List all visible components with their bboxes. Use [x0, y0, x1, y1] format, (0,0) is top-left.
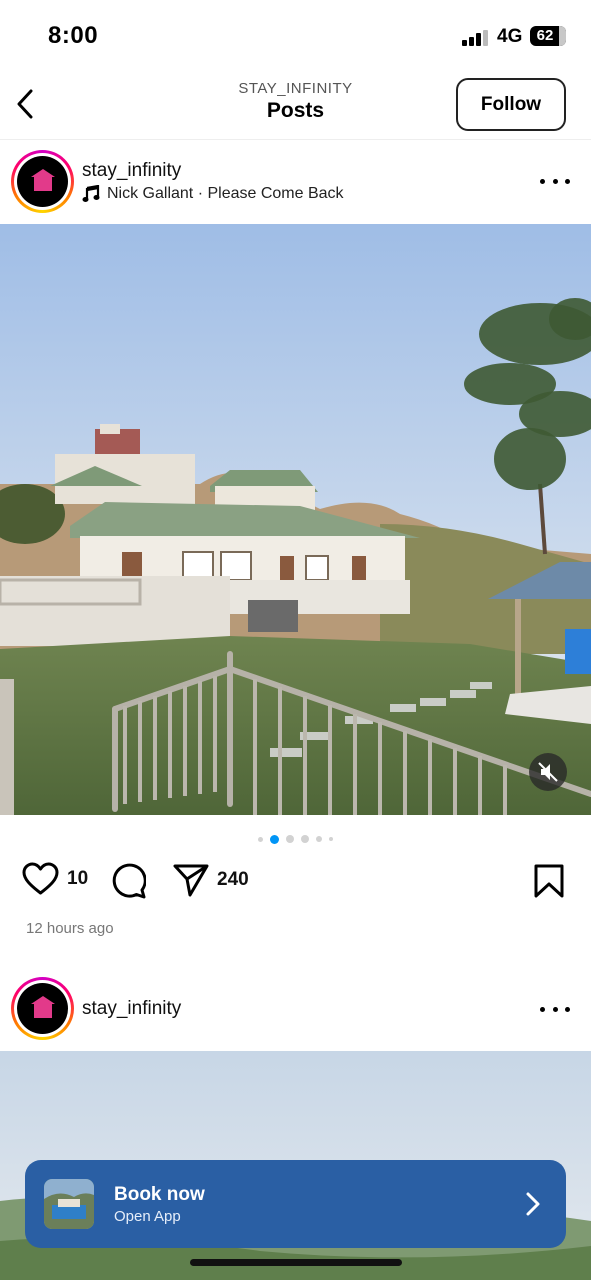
- share-count: 240: [217, 869, 249, 890]
- comment-button[interactable]: [110, 863, 146, 899]
- post-username[interactable]: stay_infinity: [82, 160, 181, 182]
- save-button[interactable]: [534, 864, 564, 903]
- status-time: 8:00: [48, 22, 99, 49]
- chevron-left-icon: [17, 89, 33, 119]
- next-post-username[interactable]: stay_infinity: [82, 998, 181, 1020]
- carousel-dot: [301, 835, 309, 843]
- chevron-right-icon: [526, 1192, 540, 1216]
- resort-photo: [0, 224, 591, 815]
- book-now-banner[interactable]: Book now Open App: [25, 1160, 566, 1248]
- carousel-dot-active: [270, 834, 279, 844]
- next-post-options-button[interactable]: [540, 999, 570, 1019]
- logo-house-icon: [30, 168, 55, 191]
- send-icon: [173, 864, 209, 897]
- signal-strength-icon: [462, 30, 492, 46]
- like-button[interactable]: 10: [22, 862, 88, 896]
- battery-level: 62: [536, 27, 554, 44]
- next-post-header: stay_infinity: [0, 967, 591, 1051]
- post-timestamp: 12 hours ago: [26, 920, 114, 937]
- audio-track[interactable]: Nick Gallant · Please Come Back: [82, 185, 344, 203]
- carousel-dot: [329, 837, 333, 841]
- banner-title: Book now: [114, 1184, 205, 1205]
- audio-track-label: Nick Gallant · Please Come Back: [107, 185, 344, 202]
- post-actions: 10 240: [0, 860, 591, 904]
- more-horizontal-icon: [540, 178, 545, 184]
- like-count: 10: [67, 868, 89, 889]
- nav-account-name: STAY_INFINITY: [238, 80, 353, 97]
- mute-button[interactable]: [529, 753, 567, 791]
- top-nav-bar: STAY_INFINITY Posts Follow: [0, 70, 591, 140]
- speaker-muted-icon: [538, 762, 558, 782]
- back-button[interactable]: [10, 84, 40, 124]
- network-type: 4G: [497, 26, 523, 47]
- battery-icon: 62: [530, 26, 566, 46]
- home-indicator[interactable]: [190, 1259, 402, 1266]
- avatar[interactable]: [11, 150, 74, 213]
- post-image[interactable]: [0, 224, 591, 815]
- music-note-icon: [82, 185, 100, 202]
- comment-icon: [112, 863, 146, 899]
- banner-subtitle: Open App: [114, 1208, 181, 1225]
- more-horizontal-icon: [540, 1006, 545, 1012]
- follow-button[interactable]: Follow: [456, 78, 566, 131]
- post-options-button[interactable]: [540, 171, 570, 191]
- carousel-indicator: [0, 834, 591, 844]
- carousel-dot: [286, 835, 294, 843]
- status-bar: 8:00 4G 62: [0, 0, 591, 70]
- avatar[interactable]: [11, 977, 74, 1040]
- page-title: Posts: [266, 99, 325, 122]
- carousel-dot: [258, 836, 263, 842]
- nav-title-group: STAY_INFINITY Posts: [150, 80, 441, 123]
- heart-icon: [22, 862, 59, 895]
- share-button[interactable]: 240: [173, 862, 249, 898]
- carousel-dot: [316, 836, 322, 842]
- logo-house-icon: [30, 995, 55, 1018]
- banner-thumbnail: [44, 1179, 94, 1229]
- post-header: stay_infinity Nick Gallant · Please Come…: [0, 140, 591, 224]
- bookmark-icon: [534, 864, 564, 898]
